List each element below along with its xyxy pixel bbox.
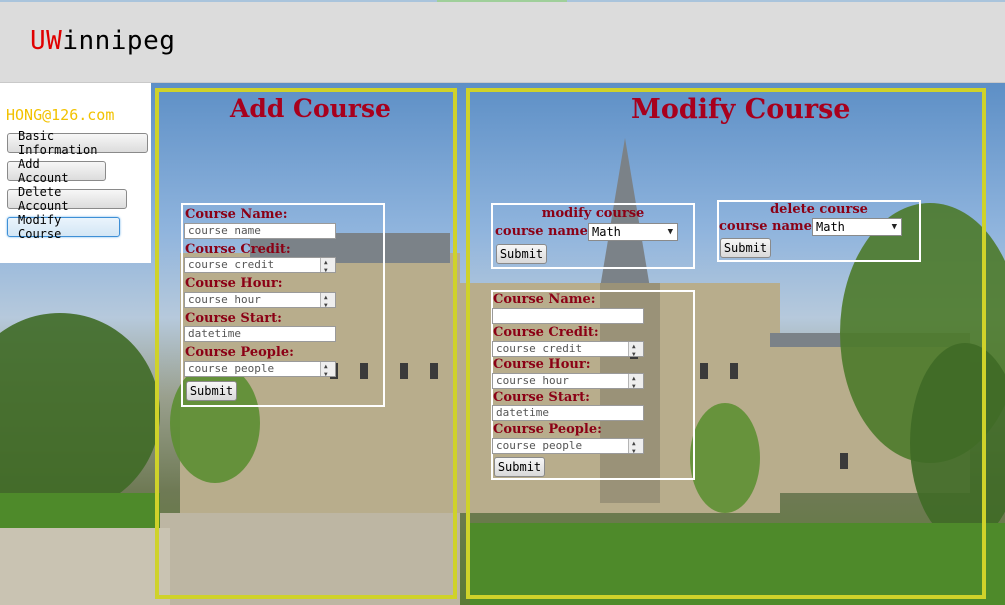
modify-course-name-label: Course Name: — [493, 292, 596, 307]
nav-add-account-button[interactable]: Add Account — [7, 157, 106, 185]
add-course-name-input[interactable]: course name — [184, 223, 336, 239]
modify-course-name-input[interactable] — [492, 308, 644, 324]
spinner-icon[interactable] — [628, 342, 643, 356]
delete-course-name-select-label: course name: — [719, 219, 817, 234]
add-course-name-label: Course Name: — [185, 207, 288, 222]
nav-modify-course-button[interactable]: Modify Course — [7, 213, 120, 241]
modify-course-hour-label: Course Hour: — [493, 357, 591, 372]
modify-course-name-select-label: course name: — [495, 224, 593, 239]
site-logo[interactable]: UWinnipeg — [30, 26, 175, 56]
modify-course-start-label: Course Start: — [493, 390, 590, 405]
nav-delete-account-button[interactable]: Delete Account — [7, 185, 127, 213]
user-email: HONG@126.com — [6, 106, 115, 124]
nav-basic-information-button[interactable]: Basic Information — [7, 129, 148, 157]
spinner-icon[interactable] — [320, 258, 335, 272]
spinner-icon[interactable] — [628, 439, 643, 453]
modify-course-people-label: Course People: — [493, 422, 602, 437]
add-course-hour-label: Course Hour: — [185, 276, 283, 291]
modify-course-hour-input[interactable]: course hour — [492, 373, 644, 389]
header-bar: UWinnipeg — [0, 2, 1005, 83]
modify-course-credit-label: Course Credit: — [493, 325, 599, 340]
modify-course-select-submit-button[interactable]: Submit — [496, 244, 547, 264]
chevron-down-icon: ▼ — [667, 227, 673, 237]
add-course-people-label: Course People: — [185, 345, 294, 360]
modify-course-name-select[interactable]: Math ▼ — [588, 223, 678, 241]
add-course-title: Add Course — [230, 94, 391, 123]
add-course-start-label: Course Start: — [185, 311, 282, 326]
add-course-people-input[interactable]: course people — [184, 361, 336, 377]
add-course-hour-input[interactable]: course hour — [184, 292, 336, 308]
spinner-icon[interactable] — [320, 293, 335, 307]
modify-course-heading: modify course — [541, 206, 645, 221]
add-course-submit-button[interactable]: Submit — [186, 381, 237, 401]
delete-course-name-select[interactable]: Math ▼ — [812, 218, 902, 236]
add-course-credit-label: Course Credit: — [185, 242, 291, 257]
modify-course-submit-button[interactable]: Submit — [494, 457, 545, 477]
modify-course-start-input[interactable]: datetime — [492, 405, 644, 421]
add-course-credit-input[interactable]: course credit — [184, 257, 336, 273]
logo-rest: innipeg — [62, 26, 176, 56]
modify-course-people-input[interactable]: course people — [492, 438, 644, 454]
logo-prefix: UW — [30, 26, 63, 56]
spinner-icon[interactable] — [628, 374, 643, 388]
spinner-icon[interactable] — [320, 362, 335, 376]
chevron-down-icon: ▼ — [891, 222, 897, 232]
modify-course-credit-input[interactable]: course credit — [492, 341, 644, 357]
add-course-start-input[interactable]: datetime — [184, 326, 336, 342]
modify-course-title: Modify Course — [631, 94, 851, 125]
delete-course-submit-button[interactable]: Submit — [720, 238, 771, 258]
delete-course-heading: delete course — [770, 202, 868, 217]
